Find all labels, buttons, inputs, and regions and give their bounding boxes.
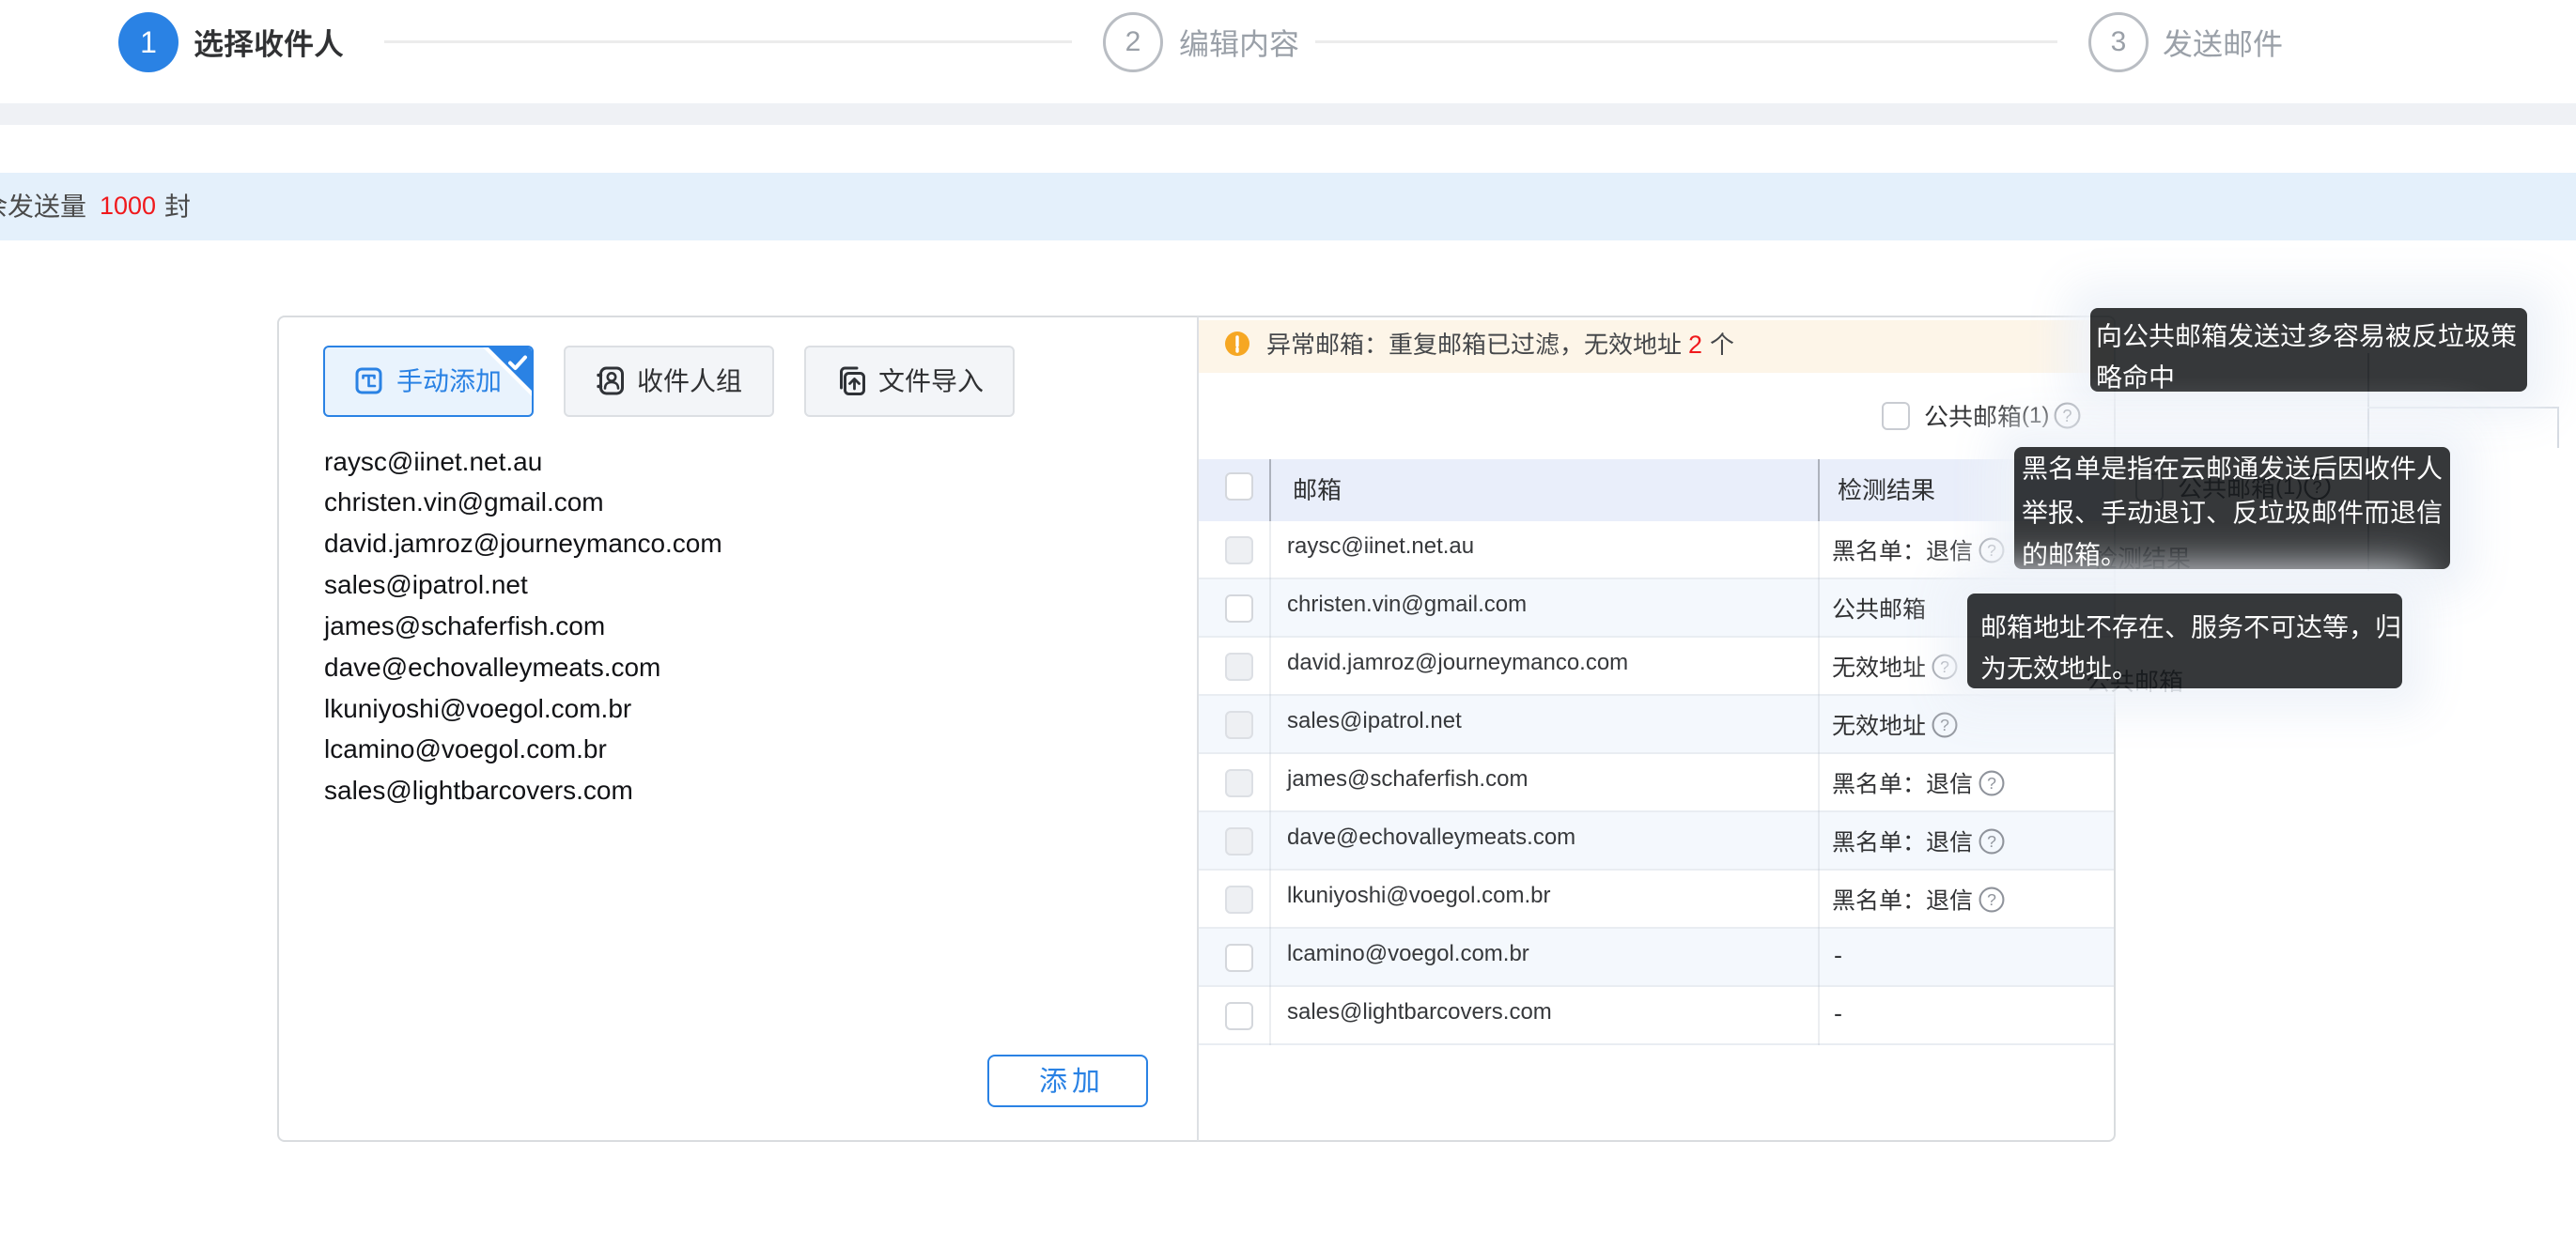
- svg-text:?: ?: [1987, 774, 1996, 793]
- svg-text:?: ?: [1987, 832, 1996, 851]
- svg-text:?: ?: [1940, 716, 1949, 734]
- svg-text:?: ?: [1987, 541, 1996, 560]
- svg-text:?: ?: [1940, 657, 1949, 676]
- svg-text:?: ?: [2062, 406, 2072, 425]
- svg-text:?: ?: [1987, 890, 1996, 909]
